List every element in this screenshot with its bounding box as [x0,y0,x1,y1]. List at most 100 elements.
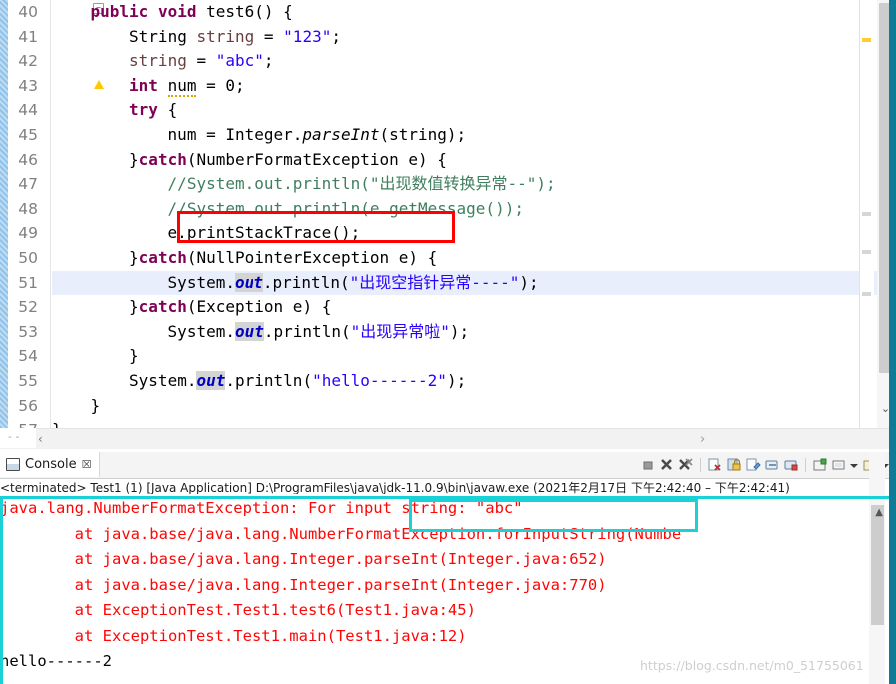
terminate-icon[interactable] [640,457,656,473]
code-token: } [129,297,139,317]
console-tab-bar[interactable]: Console ☒ [0,452,896,479]
java-editor[interactable]: 40− public void test6() {41 String string … [0,0,896,438]
code-text: System.out.println("出现空指针异常----"); [168,271,539,296]
line-number: 42 [18,52,38,71]
remove-launch-icon[interactable] [659,457,675,473]
code-text: System.out.println("hello------2"); [129,369,466,394]
line-number: 49 [18,224,38,243]
code-text: public void test6() { [91,0,293,25]
code-token: "123" [283,26,332,46]
code-text: num = Integer.parseInt(string); [168,123,467,148]
line-number: 48 [18,199,38,218]
code-line[interactable]: 53 System.out.println("出现异常啦"); [18,320,896,345]
code-token: num [167,75,197,97]
code-token: int [129,75,168,95]
code-token: test6 [206,2,255,21]
line-number: 53 [18,322,38,341]
code-line[interactable]: 50 }catch(NullPointerException e) { [18,246,896,271]
teal-annotation-box-message [409,499,698,532]
toolbar-separator-2 [805,458,806,472]
code-token: public void [90,2,207,21]
close-icon[interactable]: ☒ [82,458,92,471]
scroll-up-icon[interactable]: ▲ [875,507,883,518]
scroll-lock-icon[interactable] [726,457,742,473]
code-token: System. [129,370,197,390]
console-toolbar[interactable] [640,455,890,475]
code-text: }catch(Exception e) { [129,295,331,320]
code-line[interactable]: 51 System.out.println("出现空指针异常----"); [18,270,896,296]
code-token: "hello------2" [312,370,447,390]
clear-console-icon[interactable] [707,457,723,473]
code-token: () { [254,2,293,21]
ruler-mark[interactable] [862,250,871,254]
code-token: { [157,100,178,120]
code-text: int num = 0; [129,74,245,99]
code-token: } [129,247,139,267]
code-line[interactable]: 46}catch(NumberFormatException e) { [18,148,896,173]
ruler-mark[interactable] [862,212,871,216]
code-line[interactable]: 45 num = Integer.parseInt(string); [18,123,896,148]
scroll-right-icon[interactable]: › [700,432,705,447]
code-token: num = Integer. [167,124,303,144]
code-line[interactable]: 43 int num = 0; [18,74,896,99]
line-number: 47 [18,175,38,194]
line-number: 43 [18,76,38,95]
code-text: }catch(NullPointerException e) { [129,246,437,271]
ruler-mark[interactable] [862,292,871,296]
code-token: .println( [263,321,351,341]
tab-console-label: Console [25,457,77,472]
code-text: try { [129,98,177,123]
show-console-on-output-icon[interactable] [745,457,761,473]
code-token: (string); [379,124,467,144]
code-token: (NumberFormatException e) { [186,149,447,169]
open-console-dropdown-icon[interactable] [850,461,859,470]
launch-status-line: <terminated> Test1 (1) [Java Application… [0,481,790,494]
eclipse-ide-screenshot: 40− public void test6() {41 String string … [0,0,896,684]
editor-horizontal-scrollbar[interactable]: ‹ › [0,428,896,449]
scroll-left-icon[interactable]: ‹ [38,432,43,446]
code-token: "abc" [215,51,264,71]
code-line[interactable]: 42 string = "abc"; [18,49,896,74]
code-token: //System.out.println("出现数值转换异常--"); [167,174,556,194]
console-error-line[interactable]: at ExceptionTest.Test1.main(Test1.java:1… [0,624,896,650]
line-number: 56 [18,396,38,415]
code-token: } [129,346,139,366]
code-token: = 0; [196,75,245,95]
code-token: ); [519,272,539,292]
console-error-line[interactable]: at java.base/java.lang.Integer.parseInt(… [0,547,896,573]
console-view[interactable]: Console ☒ <terminated> Test1 (1) [Java A… [0,452,896,684]
remove-all-terminated-icon[interactable] [678,457,694,473]
code-token: System. [167,321,235,341]
code-line[interactable]: 56} [18,394,896,419]
pin-console-icon[interactable] [764,457,780,473]
display-selected-console-icon[interactable] [783,457,799,473]
code-line[interactable]: 47 //System.out.println("出现数值转换异常--"); [18,172,896,197]
code-line[interactable]: 40− public void test6() { [18,0,896,25]
view-menu-screen-icon[interactable] [831,457,847,473]
ruler-mark[interactable] [862,38,871,42]
line-number: 40 [18,3,38,21]
line-number: 50 [18,248,38,267]
code-token: = [186,51,216,71]
code-token: System. [167,272,235,292]
overview-ruler[interactable] [859,0,874,428]
code-line[interactable]: 44 try { [18,98,896,123]
console-error-line[interactable]: at java.base/java.lang.Integer.parseInt(… [0,573,896,599]
code-token: out [234,321,264,341]
warning-icon[interactable] [94,79,104,89]
console-error-line[interactable]: at ExceptionTest.Test1.test6(Test1.java:… [0,598,896,624]
open-console-icon[interactable] [812,457,828,473]
tab-console[interactable]: Console ☒ [0,452,101,477]
gutter-ellipsis: - - [8,430,20,443]
code-token: parseInt [302,124,380,144]
code-token: = [254,26,284,46]
code-line[interactable]: 54} [18,344,896,369]
code-line[interactable]: 55 System.out.println("hello------2"); [18,369,896,394]
console-vertical-scrollbar-thumb[interactable] [871,505,884,625]
code-line[interactable]: 41 String string = "123"; [18,25,896,50]
code-token: ); [449,321,470,341]
code-token: } [90,395,101,415]
code-text: System.out.println("出现异常啦"); [167,320,470,345]
line-number: 51 [18,273,38,292]
code-line[interactable]: 52}catch(Exception e) { [18,295,896,320]
